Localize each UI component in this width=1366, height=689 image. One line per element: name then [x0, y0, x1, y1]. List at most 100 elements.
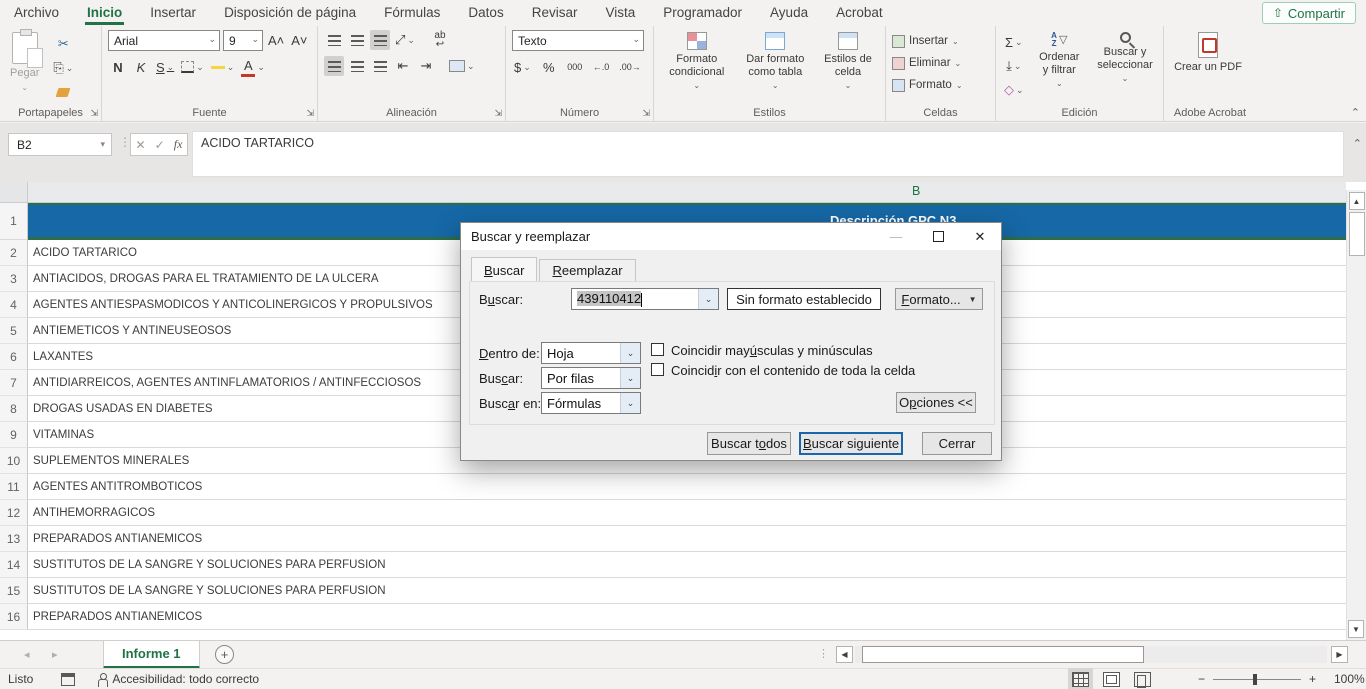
chevron-down-icon[interactable]: ⌄: [620, 343, 640, 363]
horizontal-scrollbar[interactable]: [855, 646, 1327, 663]
sheet-tab-informe-1[interactable]: Informe 1: [103, 641, 200, 669]
chevron-down-icon[interactable]: ⌄: [620, 393, 640, 413]
cut-button[interactable]: ✂: [51, 34, 75, 54]
decrease-indent-button[interactable]: ⇤: [393, 56, 413, 76]
row-header[interactable]: 5: [0, 318, 28, 344]
clear-button[interactable]: ◇: [1002, 80, 1026, 100]
look-in-combo[interactable]: Fórmulas ⌄: [541, 392, 641, 414]
zoom-slider[interactable]: [1213, 679, 1301, 680]
expand-formula-bar-icon[interactable]: ⌃: [1353, 137, 1362, 150]
formula-input[interactable]: ACIDO TARTARICO: [192, 131, 1344, 177]
merge-center-button[interactable]: [447, 56, 477, 76]
row-header[interactable]: 10: [0, 448, 28, 474]
page-layout-view-icon[interactable]: [1103, 672, 1120, 687]
underline-button[interactable]: S: [154, 57, 176, 77]
tab-archivo[interactable]: Archivo: [0, 1, 73, 25]
format-button[interactable]: Formato...▼: [895, 288, 983, 310]
page-break-view-icon[interactable]: [1134, 672, 1151, 687]
cell[interactable]: ANTIHEMORRAGICOS: [28, 500, 1346, 526]
normal-view-icon[interactable]: [1072, 672, 1089, 687]
format-preview-box[interactable]: Sin formato establecido: [727, 288, 881, 310]
row-header[interactable]: 12: [0, 500, 28, 526]
align-left-button[interactable]: [324, 56, 344, 76]
comma-format-button[interactable]: 000: [565, 57, 585, 77]
find-all-button[interactable]: Buscar todos: [707, 432, 791, 455]
name-box[interactable]: B2: [8, 133, 112, 156]
bold-button[interactable]: N: [108, 57, 128, 77]
autosum-button[interactable]: Σ: [1002, 32, 1026, 52]
tab-datos[interactable]: Datos: [454, 1, 517, 25]
select-all-corner[interactable]: [0, 182, 28, 202]
match-entire-cell-checkbox[interactable]: [651, 363, 664, 376]
font-family-combo[interactable]: Arial: [108, 30, 220, 51]
fill-button[interactable]: ⤓: [1002, 56, 1026, 76]
align-middle-button[interactable]: [347, 30, 367, 50]
confirm-entry-icon[interactable]: ✓: [155, 138, 165, 152]
scrollbar-resize-handle[interactable]: ⋮: [818, 647, 829, 660]
tab-revisar[interactable]: Revisar: [518, 1, 592, 25]
copy-button[interactable]: ⎘: [51, 58, 75, 78]
share-button[interactable]: ⇧ Compartir: [1262, 2, 1356, 24]
tab-acrobat[interactable]: Acrobat: [822, 1, 897, 25]
cell[interactable]: AGENTES ANTITROMBOTICOS: [28, 474, 1346, 500]
row-header[interactable]: 14: [0, 552, 28, 578]
prev-sheet-icon[interactable]: ◂: [24, 648, 30, 661]
row-header[interactable]: 3: [0, 266, 28, 292]
row-header[interactable]: 2: [0, 240, 28, 266]
row-header[interactable]: 8: [0, 396, 28, 422]
italic-button[interactable]: K: [131, 57, 151, 77]
cell-styles-button[interactable]: Estilos de celda ⌄: [817, 30, 879, 103]
zoom-out-icon[interactable]: −: [1198, 672, 1205, 686]
increase-font-icon[interactable]: A˄: [266, 31, 286, 51]
find-select-button[interactable]: Buscar y seleccionar ⌄: [1093, 30, 1157, 103]
cell[interactable]: PREPARADOS ANTIANEMICOS: [28, 604, 1346, 630]
font-dialog-launcher-icon[interactable]: ⇲: [306, 108, 314, 119]
horizontal-scroll-thumb[interactable]: [862, 646, 1144, 663]
chevron-down-icon[interactable]: ⌄: [698, 289, 718, 309]
orientation-button[interactable]: ⤢: [393, 30, 417, 50]
font-color-button[interactable]: A: [239, 57, 267, 77]
next-sheet-icon[interactable]: ▸: [52, 648, 58, 661]
increase-decimal-button[interactable]: ←.0: [591, 57, 612, 77]
collapse-ribbon-icon[interactable]: ⌃: [1351, 106, 1360, 119]
scroll-left-icon[interactable]: ◀: [836, 646, 853, 663]
cell[interactable]: SUSTITUTOS DE LA SANGRE Y SOLUCIONES PAR…: [28, 552, 1346, 578]
conditional-formatting-button[interactable]: Formato condicional ⌄: [660, 30, 734, 103]
fill-color-button[interactable]: [209, 57, 237, 77]
scroll-right-icon[interactable]: ▶: [1331, 646, 1348, 663]
close-icon[interactable]: ✕: [959, 223, 1001, 250]
align-center-button[interactable]: [347, 56, 367, 76]
borders-button[interactable]: [179, 57, 206, 77]
row-header-1[interactable]: 1: [0, 203, 28, 240]
column-header-b[interactable]: B: [912, 184, 920, 198]
new-sheet-button[interactable]: +: [215, 645, 234, 664]
row-header[interactable]: 4: [0, 292, 28, 318]
row-header[interactable]: 9: [0, 422, 28, 448]
scroll-up-icon[interactable]: ▲: [1349, 192, 1365, 210]
cell[interactable]: SUSTITUTOS DE LA SANGRE Y SOLUCIONES PAR…: [28, 578, 1346, 604]
delete-cells-button[interactable]: Eliminar ⌄: [892, 52, 989, 74]
number-format-combo[interactable]: Texto: [512, 30, 644, 51]
options-button[interactable]: Opciones <<: [896, 392, 976, 413]
tab-insertar[interactable]: Insertar: [136, 1, 210, 25]
macro-record-icon[interactable]: [61, 673, 75, 686]
within-combo[interactable]: Hoja ⌄: [541, 342, 641, 364]
create-pdf-button[interactable]: Crear un PDF: [1170, 30, 1246, 76]
increase-indent-button[interactable]: ⇥: [416, 56, 436, 76]
vertical-scroll-thumb[interactable]: [1349, 212, 1365, 256]
zoom-percent[interactable]: 100%: [1334, 672, 1365, 686]
cancel-entry-icon[interactable]: ✕: [136, 138, 146, 152]
format-as-table-button[interactable]: Dar formato como tabla ⌄: [738, 30, 813, 103]
tab-disposicion[interactable]: Disposición de página: [210, 1, 370, 25]
decrease-decimal-button[interactable]: .00→: [617, 57, 643, 77]
zoom-slider-handle[interactable]: [1253, 674, 1257, 685]
format-cells-button[interactable]: Formato ⌄: [892, 74, 989, 96]
insert-cells-button[interactable]: Insertar ⌄: [892, 30, 989, 52]
row-header[interactable]: 6: [0, 344, 28, 370]
format-painter-button[interactable]: [51, 82, 75, 102]
minimize-icon[interactable]: —: [875, 223, 917, 250]
alignment-dialog-launcher-icon[interactable]: ⇲: [494, 108, 502, 119]
wrap-text-button[interactable]: ab↩: [430, 30, 450, 50]
insert-function-icon[interactable]: fx: [174, 137, 183, 152]
tab-vista[interactable]: Vista: [591, 1, 649, 25]
